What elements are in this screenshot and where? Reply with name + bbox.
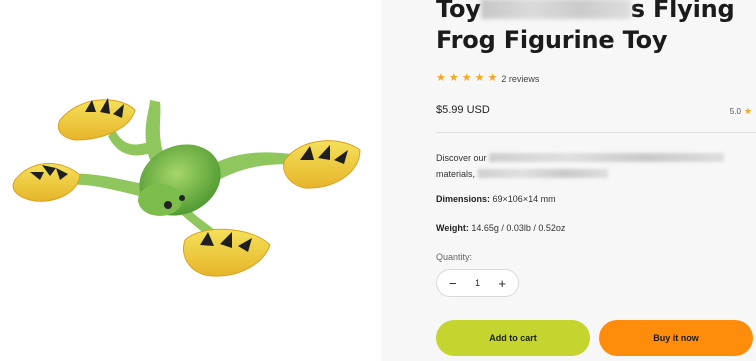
weight-value: 14.65g / 0.03lb / 0.52oz: [471, 223, 566, 233]
dimensions-spec: Dimensions: 69×106×14 mm: [436, 194, 556, 204]
weight-label: Weight:: [436, 223, 469, 233]
star-icon: ★: [474, 72, 485, 84]
redacted-text: [477, 169, 608, 178]
star-icon: ★: [743, 106, 752, 116]
product-description: Discover our materials,: [436, 150, 736, 182]
buy-now-button[interactable]: Buy it now: [599, 320, 753, 356]
product-info-panel: Toy s Flying Frog Figurine Toy ★ ★ ★ ★ ★ …: [381, 0, 756, 361]
rating-score: 5.0 ★: [730, 106, 752, 117]
product-price: $5.99 USD: [436, 104, 490, 116]
star-icon: ★: [487, 72, 498, 84]
product-title: Toy s Flying Frog Figurine Toy: [436, 0, 756, 56]
quantity-decrease-button[interactable]: −: [449, 277, 457, 290]
quantity-stepper[interactable]: − 1 +: [436, 269, 519, 297]
flying-frog-figurine-image: [12, 98, 361, 277]
quantity-value[interactable]: 1: [475, 278, 480, 288]
description-text: Discover our: [436, 153, 487, 163]
dimensions-value: 69×106×14 mm: [492, 194, 556, 204]
star-icon: ★: [461, 72, 472, 84]
quantity-increase-button[interactable]: +: [498, 277, 506, 290]
title-text-part1: Toy: [436, 0, 481, 23]
star-icon: ★: [436, 72, 446, 84]
title-text-line2: Frog Figurine Toy: [436, 26, 668, 54]
reviews-count[interactable]: 2 reviews: [501, 74, 539, 84]
redacted-text: [489, 153, 725, 162]
divider: [436, 132, 756, 133]
title-text-part2: s Flying: [630, 0, 735, 23]
redacted-text: [480, 0, 631, 19]
rating-score-value: 5.0: [729, 107, 741, 116]
add-to-cart-button[interactable]: Add to cart: [436, 320, 590, 356]
weight-spec: Weight: 14.65g / 0.03lb / 0.52oz: [436, 223, 565, 233]
quantity-label: Quantity:: [436, 252, 473, 262]
dimensions-label: Dimensions:: [436, 194, 491, 204]
rating-summary[interactable]: ★ ★ ★ ★ ★ 2 reviews: [436, 73, 539, 84]
product-image[interactable]: [0, 0, 381, 361]
star-icon: ★: [448, 72, 459, 84]
description-text: materials,: [436, 169, 476, 179]
